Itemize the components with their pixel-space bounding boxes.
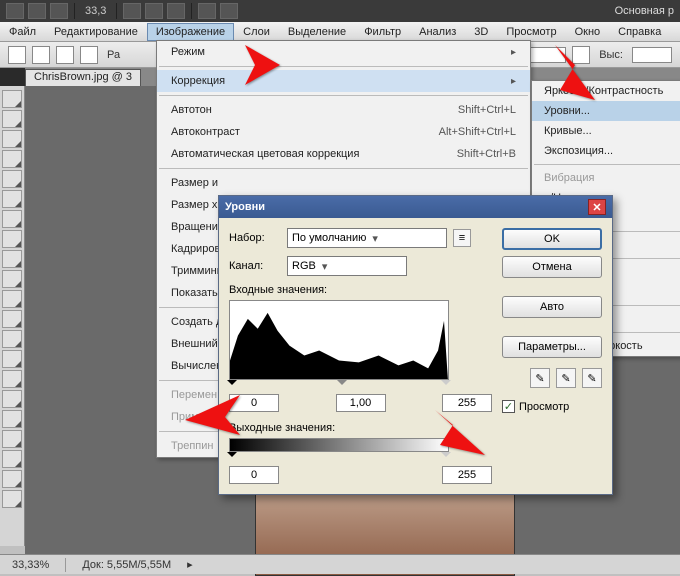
menu-filter[interactable]: Фильтр	[355, 23, 410, 41]
histogram	[229, 300, 449, 380]
output-gradient[interactable]	[229, 438, 449, 452]
pen-tool-icon[interactable]	[2, 370, 22, 388]
dialog-title: Уровни	[225, 201, 265, 213]
workspace-label[interactable]: Основная р	[615, 5, 674, 17]
options-button[interactable]: Параметры...	[502, 336, 602, 358]
brush-tool-icon[interactable]	[2, 230, 22, 248]
blur-tool-icon[interactable]	[2, 330, 22, 348]
type-tool-icon[interactable]	[2, 390, 22, 408]
levels-dialog: Уровни ✕ Набор: По умолчанию ≡ Канал: RG…	[218, 195, 613, 495]
annotation-arrow-2	[555, 45, 605, 108]
channel-label: Канал:	[229, 260, 281, 272]
check-icon	[502, 400, 515, 413]
input-label: Входные значения:	[229, 284, 492, 296]
preset-label: Набор:	[229, 232, 281, 244]
preset-menu-icon[interactable]: ≡	[453, 229, 471, 247]
eyedropper-black-icon[interactable]: ✎	[530, 368, 550, 388]
arrange-icon[interactable]	[198, 3, 216, 19]
aspect2-icon[interactable]	[56, 46, 74, 64]
menu-edit[interactable]: Редактирование	[45, 23, 147, 41]
annotation-arrow-3	[185, 395, 240, 443]
annotation-arrow-1	[245, 45, 285, 88]
tool-preset-icon[interactable]	[8, 46, 26, 64]
menu-layers[interactable]: Слои	[234, 23, 279, 41]
app-top-toolbar: 33,3 Основная р	[0, 0, 680, 22]
path-tool-icon[interactable]	[2, 410, 22, 428]
menu-image[interactable]: Изображение	[147, 23, 234, 41]
eraser-tool-icon[interactable]	[2, 290, 22, 308]
status-doc-size[interactable]: Док: 5,55M/5,55M	[78, 559, 175, 571]
aspect3-icon[interactable]	[80, 46, 98, 64]
menu-view[interactable]: Просмотр	[497, 23, 565, 41]
crop-tool-icon[interactable]	[2, 170, 22, 188]
ps-icon[interactable]	[6, 3, 24, 19]
eyedropper-tool-icon[interactable]	[2, 190, 22, 208]
rotate-icon[interactable]	[167, 3, 185, 19]
document-tab[interactable]: ChrisBrown.jpg @ 3	[25, 69, 141, 86]
screen-icon[interactable]	[220, 3, 238, 19]
zoom-readout[interactable]: 33,3	[81, 5, 110, 17]
menu-item-mode[interactable]: Режим	[157, 41, 530, 63]
aspect-icon[interactable]	[32, 46, 50, 64]
history-tool-icon[interactable]	[2, 270, 22, 288]
menu-item-autocontrast[interactable]: АвтоконтрастAlt+Shift+Ctrl+L	[157, 121, 530, 143]
input-sliders[interactable]	[229, 380, 449, 392]
3d-tool-icon[interactable]	[2, 450, 22, 468]
output-black-field[interactable]: 0	[229, 466, 279, 484]
menu-item-autocolor[interactable]: Автоматическая цветовая коррекцияShift+C…	[157, 143, 530, 165]
stamp-tool-icon[interactable]	[2, 250, 22, 268]
lasso-tool-icon[interactable]	[2, 130, 22, 148]
hand2-icon[interactable]	[2, 470, 22, 488]
auto-button[interactable]: Авто	[502, 296, 602, 318]
marquee-tool-icon[interactable]	[2, 110, 22, 128]
hand-icon[interactable]	[123, 3, 141, 19]
preview-checkbox[interactable]: Просмотр	[502, 400, 602, 413]
channel-select[interactable]: RGB	[287, 256, 407, 276]
preset-select[interactable]: По умолчанию	[287, 228, 447, 248]
menubar: Файл Редактирование Изображение Слои Выд…	[0, 22, 680, 42]
menu-3d[interactable]: 3D	[465, 23, 497, 41]
heal-tool-icon[interactable]	[2, 210, 22, 228]
close-icon[interactable]: ✕	[588, 199, 606, 215]
eyedropper-white-icon[interactable]: ✎	[582, 368, 602, 388]
menu-item-adjustments[interactable]: Коррекция	[157, 70, 530, 92]
menu-file[interactable]: Файл	[0, 23, 45, 41]
gradient-tool-icon[interactable]	[2, 310, 22, 328]
opt-prefix: Ра	[104, 49, 123, 61]
annotation-arrow-4	[435, 410, 490, 463]
submenu-vibrance[interactable]: Вибрация	[532, 168, 680, 188]
eyedropper-gray-icon[interactable]: ✎	[556, 368, 576, 388]
shape-tool-icon[interactable]	[2, 430, 22, 448]
menu-help[interactable]: Справка	[609, 23, 670, 41]
submenu-exposure[interactable]: Экспозиция...	[532, 141, 680, 161]
menu-window[interactable]: Окно	[566, 23, 610, 41]
toolbox	[0, 86, 25, 546]
status-zoom[interactable]: 33,33%	[8, 559, 53, 571]
ok-button[interactable]: OK	[502, 228, 602, 250]
dialog-titlebar[interactable]: Уровни ✕	[219, 196, 612, 218]
zoom-icon[interactable]	[145, 3, 163, 19]
status-bar: 33,33% Док: 5,55M/5,55M ▸	[0, 554, 680, 574]
cancel-button[interactable]: Отмена	[502, 256, 602, 278]
wand-tool-icon[interactable]	[2, 150, 22, 168]
input-gamma-field[interactable]: 1,00	[336, 394, 386, 412]
height-input[interactable]	[632, 47, 672, 63]
submenu-curves[interactable]: Кривые...	[532, 121, 680, 141]
menu-item-autotone[interactable]: АвтотонShift+Ctrl+L	[157, 99, 530, 121]
mb-icon[interactable]	[50, 3, 68, 19]
menu-select[interactable]: Выделение	[279, 23, 355, 41]
zoom2-icon[interactable]	[2, 490, 22, 508]
output-sliders[interactable]	[229, 452, 449, 464]
output-white-field[interactable]: 255	[442, 466, 492, 484]
menu-analysis[interactable]: Анализ	[410, 23, 465, 41]
br-icon[interactable]	[28, 3, 46, 19]
dodge-tool-icon[interactable]	[2, 350, 22, 368]
menu-item-image-size[interactable]: Размер и	[157, 172, 530, 194]
move-tool-icon[interactable]	[2, 90, 22, 108]
